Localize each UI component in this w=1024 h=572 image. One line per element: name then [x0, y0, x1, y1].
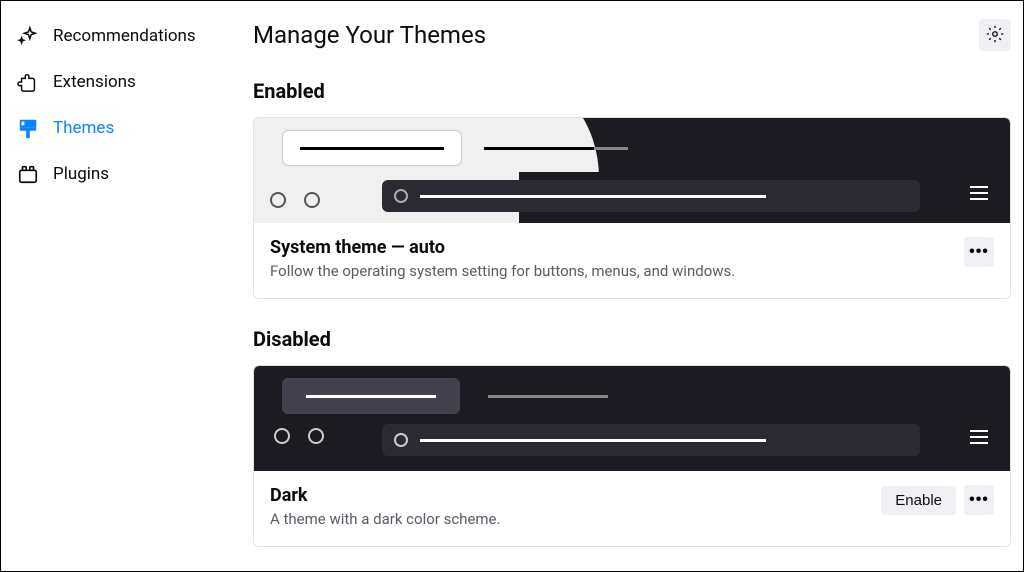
- more-options-button[interactable]: •••: [964, 485, 994, 515]
- theme-name: System theme — auto: [270, 237, 964, 258]
- ellipsis-icon: •••: [969, 491, 989, 509]
- sidebar-item-recommendations[interactable]: Recommendations: [1, 13, 249, 59]
- hamburger-icon: [970, 186, 988, 200]
- sidebar-item-extensions[interactable]: Extensions: [1, 59, 249, 105]
- theme-preview: [254, 118, 1010, 223]
- theme-name: Dark: [270, 485, 881, 506]
- page-title: Manage Your Themes: [253, 21, 486, 49]
- puzzle-icon: [17, 71, 39, 93]
- sidebar-item-label: Recommendations: [53, 26, 196, 46]
- sidebar-item-label: Extensions: [53, 72, 136, 92]
- paintbrush-icon: [17, 117, 39, 139]
- theme-description: A theme with a dark color scheme.: [270, 510, 881, 528]
- sparkle-icon: [17, 25, 39, 47]
- gear-icon: [986, 25, 1004, 46]
- theme-card-system: System theme — auto Follow the operating…: [253, 117, 1011, 299]
- sidebar-item-plugins[interactable]: Plugins: [1, 151, 249, 197]
- ellipsis-icon: •••: [969, 243, 989, 261]
- sidebar: Recommendations Extensions Themes: [1, 1, 249, 571]
- settings-button[interactable]: [979, 19, 1011, 51]
- section-title-enabled: Enabled: [253, 79, 1011, 103]
- hamburger-icon: [970, 430, 988, 444]
- plugin-icon: [17, 163, 39, 185]
- main-content: Manage Your Themes Enabled: [249, 1, 1023, 571]
- sidebar-item-themes[interactable]: Themes: [1, 105, 249, 151]
- theme-preview: [254, 366, 1010, 471]
- theme-card-dark: Dark A theme with a dark color scheme. E…: [253, 365, 1011, 547]
- theme-description: Follow the operating system setting for …: [270, 262, 964, 280]
- more-options-button[interactable]: •••: [964, 237, 994, 267]
- sidebar-item-label: Themes: [53, 118, 114, 138]
- section-title-disabled: Disabled: [253, 327, 1011, 351]
- enable-button[interactable]: Enable: [881, 486, 956, 515]
- sidebar-item-label: Plugins: [53, 164, 109, 184]
